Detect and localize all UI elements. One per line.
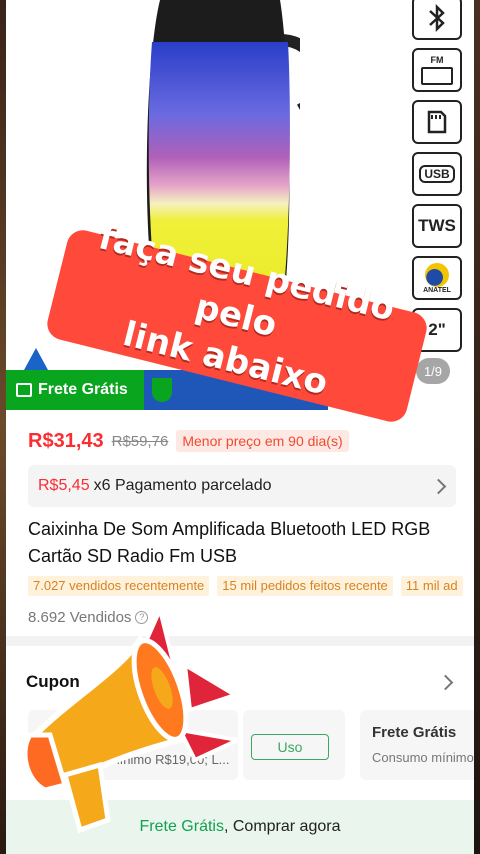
fm-radio-icon: FM (412, 48, 462, 92)
installment-amount: R$5,45 (38, 477, 90, 494)
lowest-price-badge: Menor preço em 90 dia(s) (176, 430, 349, 452)
coupon-card[interactable]: Frete Grátis Consumo mínimo (360, 710, 474, 780)
use-coupon-button[interactable]: Uso (251, 734, 329, 760)
sd-card-icon (412, 100, 462, 144)
product-title: Caixinha De Som Amplificada Bluetooth LE… (28, 519, 431, 566)
brand-logo (24, 348, 48, 370)
coupon-minimum: Consumo mínimo (372, 750, 474, 765)
tws-icon: TWS (412, 204, 462, 248)
stat-badge: 11 mil ad (400, 576, 463, 596)
original-price: R$59,76 (111, 432, 169, 450)
chevron-right-icon (430, 478, 447, 494)
chevron-right-icon[interactable] (437, 674, 454, 691)
installment-text: x6 Pagamento parcelado (93, 477, 272, 494)
usb-icon: USB (412, 152, 462, 196)
image-counter: 1/9 (416, 358, 450, 384)
coupon-card[interactable]: Uso (243, 710, 345, 780)
ticket-icon (16, 383, 32, 397)
coupon-title: Frete Grátis (372, 724, 457, 741)
video-frame: FM USB TWS ANATEL 2" 1/9 Frete Grátis R$… (0, 0, 480, 854)
background-edge-right (474, 0, 480, 854)
megaphone-icon (22, 603, 245, 834)
bluetooth-icon (412, 0, 462, 40)
installment-row[interactable]: R$5,45 x6 Pagamento parcelado (28, 465, 456, 507)
current-price: R$31,43 (28, 429, 104, 452)
shield-icon (152, 378, 172, 402)
free-shipping-tag: Frete Grátis (6, 370, 144, 410)
stat-badge: 7.027 vendidos recentemente (28, 576, 210, 596)
stat-badge: 15 mil pedidos feitos recente (217, 576, 393, 596)
sales-stats: 7.027 vendidos recentemente 15 mil pedid… (28, 576, 474, 596)
price-row: R$31,43 R$59,76 Menor preço em 90 dia(s) (28, 428, 349, 454)
